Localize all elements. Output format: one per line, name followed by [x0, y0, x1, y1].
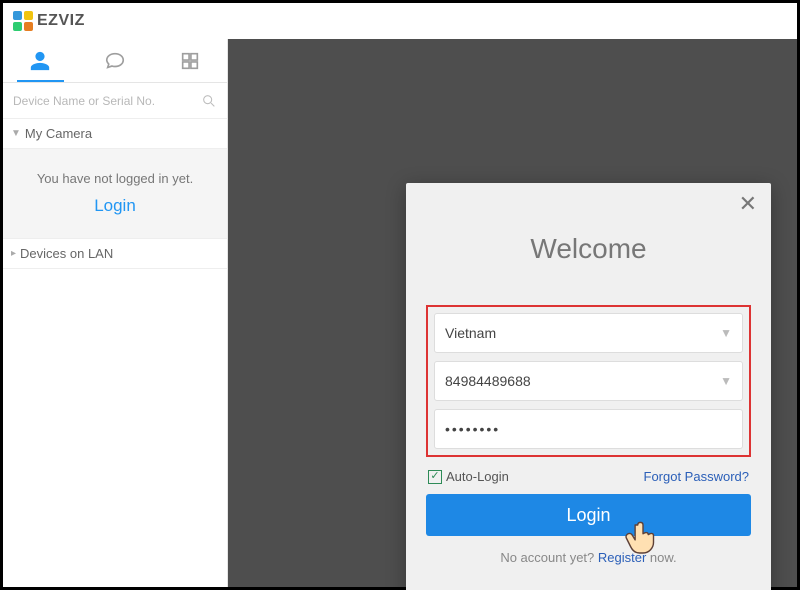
- tab-grid[interactable]: [153, 39, 227, 82]
- title-bar: EZVIZ: [3, 3, 797, 39]
- chevron-down-icon: ▼: [720, 374, 732, 388]
- brand-logo-icon: [13, 11, 33, 31]
- chevron-right-icon: ▸: [11, 248, 16, 259]
- search-input[interactable]: [13, 94, 201, 108]
- section-devices-lan[interactable]: ▸ Devices on LAN: [3, 239, 227, 269]
- auto-login-label: Auto-Login: [446, 469, 509, 484]
- checkbox-icon: ✓: [428, 470, 442, 484]
- phone-select[interactable]: 84984489688 ▼: [434, 361, 743, 401]
- country-value: Vietnam: [445, 325, 720, 341]
- fields-highlight: Vietnam ▼ 84984489688 ▼: [426, 305, 751, 457]
- tab-account[interactable]: [3, 39, 77, 82]
- chevron-down-icon: ▼: [11, 128, 21, 139]
- password-field[interactable]: [434, 409, 743, 449]
- register-row: No account yet? Register now.: [426, 550, 751, 565]
- login-prompt-box: You have not logged in yet. Login: [3, 149, 227, 239]
- register-link[interactable]: Register: [598, 550, 646, 565]
- chevron-down-icon: ▼: [720, 326, 732, 340]
- chat-icon: [104, 50, 126, 72]
- close-icon: ✕: [739, 191, 757, 216]
- forgot-password-link[interactable]: Forgot Password?: [644, 469, 750, 484]
- search-icon: [201, 93, 217, 109]
- modal-title: Welcome: [426, 233, 751, 265]
- close-button[interactable]: ✕: [739, 193, 757, 215]
- not-logged-text: You have not logged in yet.: [13, 171, 217, 186]
- brand-name: EZVIZ: [37, 12, 85, 30]
- login-button[interactable]: Login: [426, 494, 751, 536]
- register-suffix: now.: [646, 550, 676, 565]
- app-window: EZVIZ ▼ My Camera: [0, 0, 800, 590]
- country-select[interactable]: Vietnam ▼: [434, 313, 743, 353]
- options-row: ✓ Auto-Login Forgot Password?: [428, 469, 749, 484]
- sidebar-login-link[interactable]: Login: [13, 196, 217, 216]
- main-area: ✕ Welcome Vietnam ▼ 84984489688 ▼: [228, 39, 797, 587]
- sidebar-tabs: [3, 39, 227, 83]
- register-prefix: No account yet?: [500, 550, 598, 565]
- password-input[interactable]: [445, 421, 732, 437]
- auto-login-checkbox[interactable]: ✓ Auto-Login: [428, 469, 509, 484]
- person-icon: [29, 50, 51, 72]
- grid-icon: [179, 50, 201, 72]
- tab-messages[interactable]: [78, 39, 152, 82]
- section-label: My Camera: [25, 126, 92, 141]
- sidebar: ▼ My Camera You have not logged in yet. …: [3, 39, 228, 587]
- section-my-camera[interactable]: ▼ My Camera: [3, 119, 227, 149]
- login-button-label: Login: [566, 505, 610, 526]
- phone-value: 84984489688: [445, 373, 720, 389]
- login-modal: ✕ Welcome Vietnam ▼ 84984489688 ▼: [406, 183, 771, 590]
- section-label: Devices on LAN: [20, 246, 113, 261]
- device-search[interactable]: [3, 83, 227, 119]
